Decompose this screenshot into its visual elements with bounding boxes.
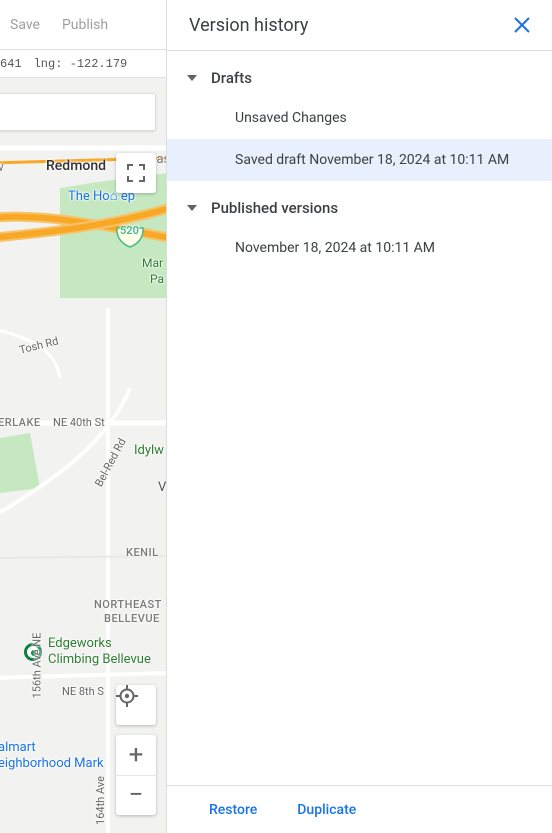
panel-header: Version history bbox=[167, 0, 552, 51]
map-area-kenil: KENIL bbox=[126, 546, 159, 559]
panel-footer: Restore Duplicate bbox=[167, 785, 552, 833]
fullscreen-button[interactable] bbox=[116, 153, 156, 193]
map-poi-marymoor: Mar bbox=[142, 256, 163, 270]
publish-button[interactable]: Publish bbox=[62, 17, 108, 33]
hwy-520-shield-a: 520 bbox=[120, 224, 139, 237]
restore-button[interactable]: Restore bbox=[209, 802, 257, 818]
map-poi-park: Pa bbox=[150, 272, 164, 286]
close-button[interactable] bbox=[514, 17, 530, 33]
panel-body: Drafts Unsaved Changes Saved draft Novem… bbox=[167, 51, 552, 785]
map-city-label: Redmond bbox=[46, 158, 106, 174]
zoom-out-button[interactable]: − bbox=[116, 776, 156, 816]
zoom-in-button[interactable]: + bbox=[116, 735, 156, 776]
section-published-label: Published versions bbox=[211, 199, 338, 217]
version-history-panel: Version history Drafts Unsaved Changes S… bbox=[166, 0, 552, 833]
section-published-header[interactable]: Published versions bbox=[167, 181, 552, 227]
fullscreen-icon bbox=[127, 164, 145, 182]
chevron-down-icon bbox=[187, 75, 197, 81]
my-location-button[interactable] bbox=[116, 685, 156, 725]
duplicate-button[interactable]: Duplicate bbox=[297, 802, 356, 818]
coordinates-readout: 641 lng: -122.179 bbox=[0, 50, 166, 78]
map-area-nebellevue-1: NORTHEAST bbox=[94, 598, 162, 611]
map-poi-edgeworks-1: Edgeworks bbox=[48, 636, 112, 651]
panel-title: Version history bbox=[189, 15, 308, 36]
draft-item-unsaved[interactable]: Unsaved Changes bbox=[167, 97, 552, 139]
editor-toolbar: Save Publish bbox=[0, 0, 166, 50]
section-drafts-label: Drafts bbox=[211, 69, 252, 87]
map-area-nebellevue-2: BELLEVUE bbox=[104, 612, 160, 625]
map-area-idylwood: Idylw bbox=[134, 443, 164, 458]
zoom-control: + − bbox=[116, 735, 156, 815]
lng-label: lng: bbox=[34, 57, 63, 71]
crosshair-icon bbox=[116, 685, 138, 707]
lng-value: -122.179 bbox=[70, 57, 128, 71]
map-search-box[interactable] bbox=[0, 93, 156, 131]
map-road-ne8: NE 8th S bbox=[62, 685, 104, 698]
chevron-down-icon bbox=[187, 205, 197, 211]
map-road-ne40: NE 40th St bbox=[53, 416, 105, 429]
section-drafts-header[interactable]: Drafts bbox=[167, 51, 552, 97]
published-item[interactable]: November 18, 2024 at 10:11 AM bbox=[167, 227, 552, 269]
map-poi-walmart-2: eighborhood Mark bbox=[0, 756, 104, 771]
lat-value: 641 bbox=[0, 57, 22, 71]
map-poi-walmart-1: almart bbox=[0, 740, 36, 755]
map-label-v: V bbox=[158, 480, 166, 495]
close-icon bbox=[514, 17, 530, 33]
draft-item-saved[interactable]: Saved draft November 18, 2024 at 10:11 A… bbox=[167, 139, 552, 181]
map-road-156ave: 156th Ave NE bbox=[30, 633, 43, 699]
save-button[interactable]: Save bbox=[10, 17, 40, 33]
map-area-overlake: ERLAKE bbox=[0, 416, 41, 429]
map-label-w: w bbox=[0, 160, 4, 175]
map-road-164ave: 164th Ave bbox=[94, 776, 107, 825]
map-canvas[interactable]: ary Redmond w Cast The Ho⌂ ep 520 Mar Pa… bbox=[0, 78, 166, 833]
map-poi-edgeworks-2: Climbing Bellevue bbox=[48, 652, 151, 667]
